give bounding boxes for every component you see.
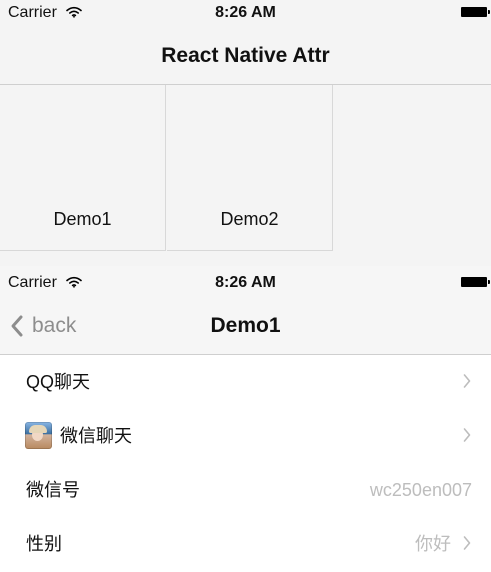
battery-icon — [461, 277, 490, 287]
top-screen: Carrier 8:26 AM React Native Attr Demo1 … — [0, 0, 491, 266]
demo1-cell[interactable]: Demo1 — [0, 85, 166, 251]
bottom-status-bar: Carrier 8:26 AM — [0, 270, 491, 296]
top-page-title: React Native Attr — [161, 44, 330, 67]
demo2-label: Demo2 — [220, 209, 279, 229]
settings-list: QQ聊天 微信聊天 微信号 wc250en007 性别 你好 — [0, 355, 491, 572]
chevron-right-icon — [463, 374, 471, 388]
bottom-page-title: Demo1 — [210, 314, 281, 337]
wechat-id-row: 微信号 wc250en007 — [0, 463, 491, 517]
gender-row[interactable]: 性别 你好 — [0, 517, 491, 571]
wechat-id-value: wc250en007 — [369, 480, 472, 500]
bottom-screen: Carrier 8:26 AM back Demo1 QQ聊天 微信聊天 微信号… — [0, 266, 491, 572]
demo2-cell[interactable]: Demo2 — [167, 85, 333, 251]
avatar-icon — [25, 422, 52, 449]
gender-label: 性别 — [26, 534, 62, 554]
wechat-id-label: 微信号 — [26, 480, 80, 500]
bottom-time-label: 8:26 AM — [215, 274, 276, 291]
bottom-nav-bar: back Demo1 — [0, 302, 491, 350]
demo1-label: Demo1 — [53, 209, 112, 229]
qq-chat-row[interactable]: QQ聊天 — [0, 355, 491, 409]
gender-value: 你好 — [415, 534, 451, 554]
wechat-chat-row[interactable]: 微信聊天 — [0, 409, 491, 463]
demo-grid: Demo1 Demo2 — [0, 85, 491, 251]
chevron-right-icon — [463, 428, 471, 442]
wechat-chat-label: 微信聊天 — [60, 426, 132, 446]
top-status-bar: Carrier 8:26 AM — [0, 0, 491, 26]
chevron-right-icon — [463, 536, 471, 550]
top-time-label: 8:26 AM — [215, 4, 276, 21]
qq-chat-label: QQ聊天 — [26, 372, 91, 392]
battery-icon — [461, 7, 490, 17]
